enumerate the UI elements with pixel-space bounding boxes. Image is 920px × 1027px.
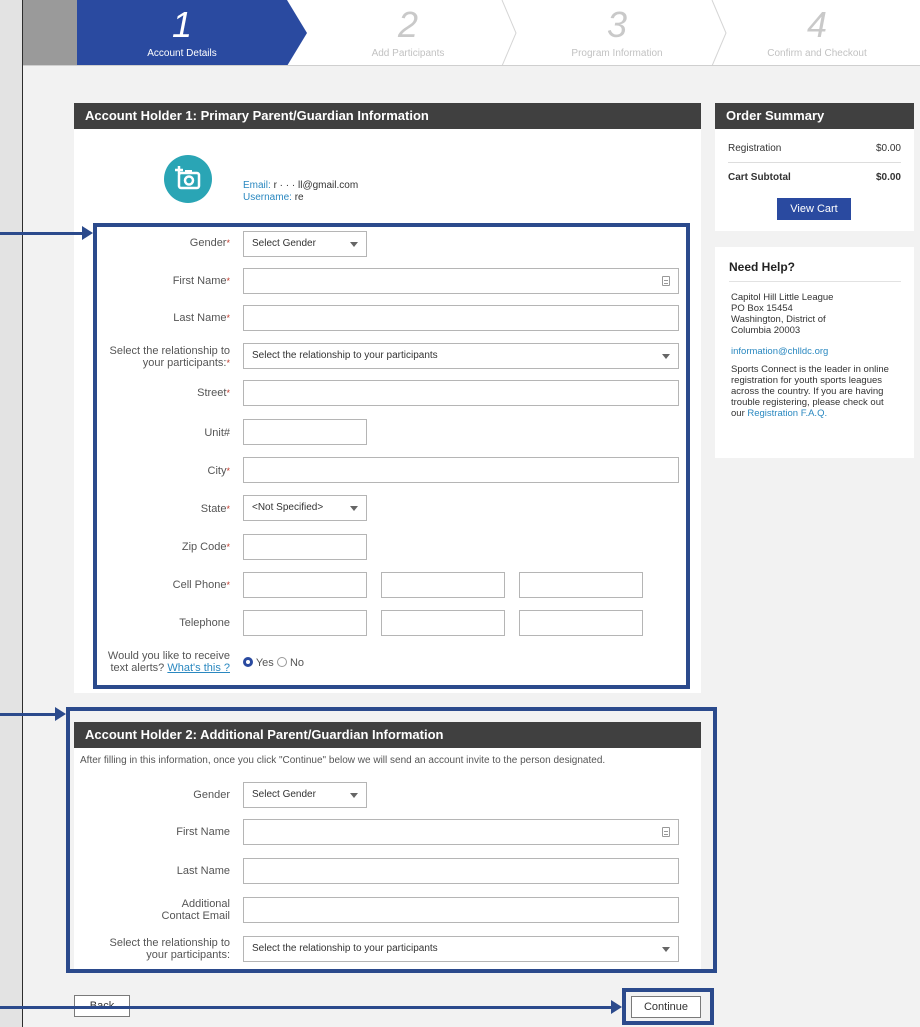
summary-divider: [728, 162, 901, 163]
username-label: Username:: [243, 192, 292, 203]
step-1[interactable]: 1 Account Details: [77, 0, 287, 66]
step-2[interactable]: 2 Add Participants: [308, 0, 508, 66]
step-1-number: 1: [171, 4, 193, 45]
add-photo-icon: [175, 166, 201, 190]
arrow-2-head: [55, 707, 66, 721]
highlight-box-holder-1: [93, 223, 690, 689]
order-summary-title: Order Summary: [715, 103, 914, 129]
email-value: r · · · ll@gmail.com: [273, 180, 359, 191]
need-help-panel: Need Help? Capitol Hill Little League PO…: [715, 247, 914, 458]
need-help-title: Need Help?: [729, 260, 796, 274]
step-2-label: Add Participants: [371, 48, 445, 59]
highlight-box-holder-2: [66, 707, 717, 973]
account-username: Username: re: [243, 192, 304, 204]
league-email-link[interactable]: information@chlldc.org: [731, 346, 828, 357]
registration-faq-link[interactable]: Registration F.A.Q.: [747, 408, 827, 419]
step-3[interactable]: 3 Program Information: [517, 0, 717, 66]
cart-subtotal-value: $0.00: [875, 172, 901, 183]
account-holder-1-title: Account Holder 1: Primary Parent/Guardia…: [74, 103, 701, 129]
profile-photo-button[interactable]: [164, 155, 212, 203]
step-3-number: 3: [606, 4, 628, 45]
help-blurb: Sports Connect is the leader in online r…: [731, 364, 889, 419]
arrow-3-head: [611, 1000, 622, 1014]
step-2-chevron: [501, 0, 517, 66]
stepper-divider: [23, 65, 920, 66]
stepper-grey-block: [23, 0, 77, 66]
email-label: Email:: [243, 180, 271, 191]
username-value: re: [294, 192, 304, 203]
step-3-label: Program Information: [571, 48, 663, 59]
step-1-label: Account Details: [147, 48, 217, 59]
arrow-3-line: [0, 1006, 611, 1009]
registration-label: Registration: [728, 143, 782, 154]
step-4-label: Confirm and Checkout: [767, 48, 867, 59]
account-email: Email: r · · · ll@gmail.com: [243, 180, 358, 192]
registration-value: $0.00: [875, 143, 901, 154]
step-4[interactable]: 4 Confirm and Checkout: [727, 0, 907, 66]
step-4-number: 4: [806, 4, 828, 45]
highlight-box-continue: [622, 988, 714, 1025]
arrow-1-head: [82, 226, 93, 240]
step-3-chevron: [711, 0, 727, 66]
step-1-chevron: [287, 0, 307, 66]
arrow-1-line: [0, 232, 82, 235]
step-2-number: 2: [397, 4, 419, 45]
help-divider: [729, 281, 901, 282]
league-address: Capitol Hill Little League PO Box 15454 …: [731, 292, 834, 336]
arrow-2-line: [0, 713, 55, 716]
view-cart-button[interactable]: View Cart: [777, 198, 851, 220]
progress-stepper: 1 Account Details 2 Add Participants 3 P…: [23, 0, 920, 66]
cart-subtotal-label: Cart Subtotal: [728, 172, 791, 183]
